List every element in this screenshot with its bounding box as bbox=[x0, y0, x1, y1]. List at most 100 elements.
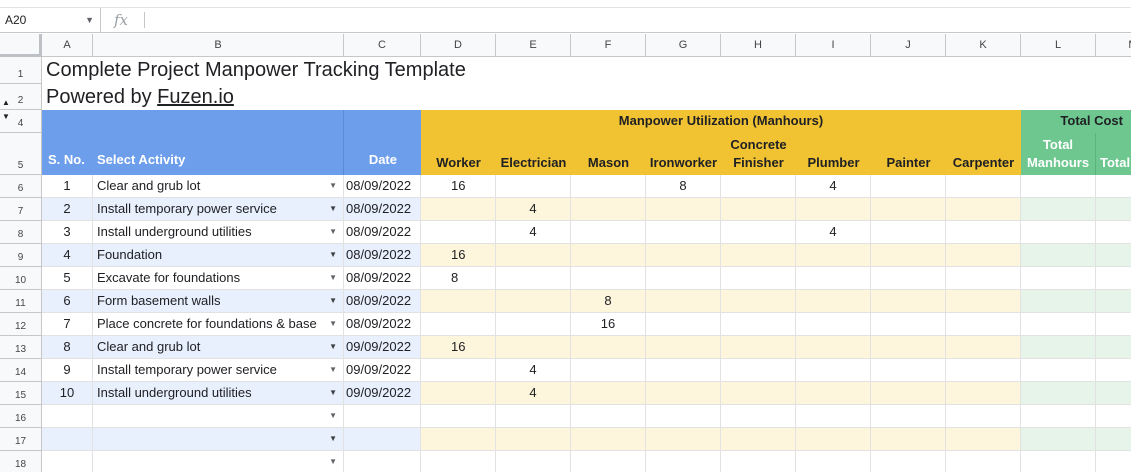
cell-worker[interactable] bbox=[421, 198, 496, 221]
row-header[interactable]: 12 bbox=[0, 313, 42, 336]
cell-plumber[interactable] bbox=[796, 290, 871, 313]
cell-carpenter[interactable] bbox=[946, 428, 1021, 451]
cell-electrician[interactable] bbox=[496, 313, 571, 336]
cell-plumber[interactable] bbox=[796, 451, 871, 472]
activity-dropdown[interactable]: ▼ bbox=[93, 405, 344, 428]
cell-total-manhours[interactable] bbox=[1021, 313, 1096, 336]
cell-total-m[interactable] bbox=[1096, 451, 1131, 472]
cell-plumber[interactable]: 4 bbox=[796, 175, 871, 198]
cell-sno[interactable]: 8 bbox=[42, 336, 93, 359]
cell-date[interactable]: 08/09/2022 bbox=[344, 267, 421, 290]
cell-sno[interactable]: 6 bbox=[42, 290, 93, 313]
cell-concrete[interactable] bbox=[721, 244, 796, 267]
cell-total-m[interactable] bbox=[1096, 313, 1131, 336]
column-header-b[interactable]: B bbox=[93, 34, 344, 57]
cell-sno[interactable]: 2 bbox=[42, 198, 93, 221]
dropdown-arrow-icon[interactable]: ▼ bbox=[329, 313, 337, 335]
cell-total-m[interactable] bbox=[1096, 382, 1131, 405]
cell-painter[interactable] bbox=[871, 336, 946, 359]
cell-total-m[interactable] bbox=[1096, 336, 1131, 359]
cell-carpenter[interactable] bbox=[946, 405, 1021, 428]
cell-worker[interactable]: 16 bbox=[421, 336, 496, 359]
cell-carpenter[interactable] bbox=[946, 290, 1021, 313]
cell-painter[interactable] bbox=[871, 428, 946, 451]
column-header-j[interactable]: J bbox=[871, 34, 946, 57]
cell-total-manhours[interactable] bbox=[1021, 336, 1096, 359]
cell-painter[interactable] bbox=[871, 221, 946, 244]
cell-mason[interactable]: 8 bbox=[571, 290, 646, 313]
cell-date[interactable]: 09/09/2022 bbox=[344, 336, 421, 359]
cell-carpenter[interactable] bbox=[946, 313, 1021, 336]
row-header[interactable]: 4 ▼ bbox=[0, 110, 42, 133]
cell-worker[interactable] bbox=[421, 428, 496, 451]
cell-ironworker[interactable] bbox=[646, 267, 721, 290]
cell-concrete[interactable] bbox=[721, 198, 796, 221]
cell-total-manhours[interactable] bbox=[1021, 175, 1096, 198]
cell-total-manhours[interactable] bbox=[1021, 267, 1096, 290]
cell-concrete[interactable] bbox=[721, 175, 796, 198]
cell-concrete[interactable] bbox=[721, 382, 796, 405]
cell-plumber[interactable] bbox=[796, 244, 871, 267]
chevron-down-icon[interactable]: ▼ bbox=[85, 8, 94, 32]
cell-ironworker[interactable] bbox=[646, 405, 721, 428]
cell-date[interactable]: 08/09/2022 bbox=[344, 313, 421, 336]
dropdown-arrow-icon[interactable]: ▼ bbox=[329, 267, 337, 289]
cell-painter[interactable] bbox=[871, 382, 946, 405]
cell-mason[interactable] bbox=[571, 359, 646, 382]
cell-date[interactable] bbox=[344, 428, 421, 451]
column-header-m[interactable]: M bbox=[1096, 34, 1131, 57]
activity-dropdown[interactable]: ▼ bbox=[93, 451, 344, 472]
cell-ironworker[interactable] bbox=[646, 244, 721, 267]
activity-dropdown[interactable]: ▼ bbox=[93, 428, 344, 451]
cell-date[interactable]: 08/09/2022 bbox=[344, 290, 421, 313]
cell-sno[interactable] bbox=[42, 451, 93, 472]
dropdown-arrow-icon[interactable]: ▼ bbox=[329, 221, 337, 243]
cell-total-m[interactable] bbox=[1096, 198, 1131, 221]
cell-ironworker[interactable] bbox=[646, 198, 721, 221]
row-header[interactable]: 13 bbox=[0, 336, 42, 359]
cell-mason[interactable] bbox=[571, 428, 646, 451]
cell-total-manhours[interactable] bbox=[1021, 428, 1096, 451]
cell-ironworker[interactable] bbox=[646, 336, 721, 359]
column-header-e[interactable]: E bbox=[496, 34, 571, 57]
row-header[interactable]: 11 bbox=[0, 290, 42, 313]
cell-total-manhours[interactable] bbox=[1021, 451, 1096, 472]
cell-painter[interactable] bbox=[871, 290, 946, 313]
cell-electrician[interactable]: 4 bbox=[496, 382, 571, 405]
cell-painter[interactable] bbox=[871, 451, 946, 472]
cell-concrete[interactable] bbox=[721, 336, 796, 359]
row-header[interactable]: 14 bbox=[0, 359, 42, 382]
cell-worker[interactable]: 16 bbox=[421, 244, 496, 267]
activity-dropdown[interactable]: Foundation ▼ bbox=[93, 244, 344, 267]
cell-date[interactable]: 08/09/2022 bbox=[344, 221, 421, 244]
cell-total-manhours[interactable] bbox=[1021, 405, 1096, 428]
cell-total-manhours[interactable] bbox=[1021, 290, 1096, 313]
cell-concrete[interactable] bbox=[721, 428, 796, 451]
cell-total-m[interactable] bbox=[1096, 244, 1131, 267]
row-header[interactable]: 16 bbox=[0, 405, 42, 428]
cell-carpenter[interactable] bbox=[946, 267, 1021, 290]
group-collapse-icon[interactable]: ▼ bbox=[2, 112, 10, 121]
name-box[interactable]: A20 ▼ bbox=[0, 8, 101, 32]
cell-worker[interactable] bbox=[421, 290, 496, 313]
cell-plumber[interactable] bbox=[796, 382, 871, 405]
cell-mason[interactable] bbox=[571, 244, 646, 267]
cell-plumber[interactable] bbox=[796, 198, 871, 221]
cell-ironworker[interactable] bbox=[646, 382, 721, 405]
cell-plumber[interactable] bbox=[796, 405, 871, 428]
cell-total-manhours[interactable] bbox=[1021, 244, 1096, 267]
cell-total-m[interactable] bbox=[1096, 405, 1131, 428]
cell-sno[interactable]: 9 bbox=[42, 359, 93, 382]
cell-date[interactable]: 08/09/2022 bbox=[344, 244, 421, 267]
cell-sno[interactable] bbox=[42, 428, 93, 451]
select-all-corner[interactable] bbox=[0, 34, 42, 57]
cell-electrician[interactable] bbox=[496, 267, 571, 290]
row-header[interactable]: 7 bbox=[0, 198, 42, 221]
column-header-c[interactable]: C bbox=[344, 34, 421, 57]
cell-mason[interactable] bbox=[571, 405, 646, 428]
cell-electrician[interactable] bbox=[496, 428, 571, 451]
dropdown-arrow-icon[interactable]: ▼ bbox=[329, 359, 337, 381]
cell-sno[interactable] bbox=[42, 405, 93, 428]
cell-worker[interactable]: 8 bbox=[421, 267, 496, 290]
cell-date[interactable]: 08/09/2022 bbox=[344, 175, 421, 198]
